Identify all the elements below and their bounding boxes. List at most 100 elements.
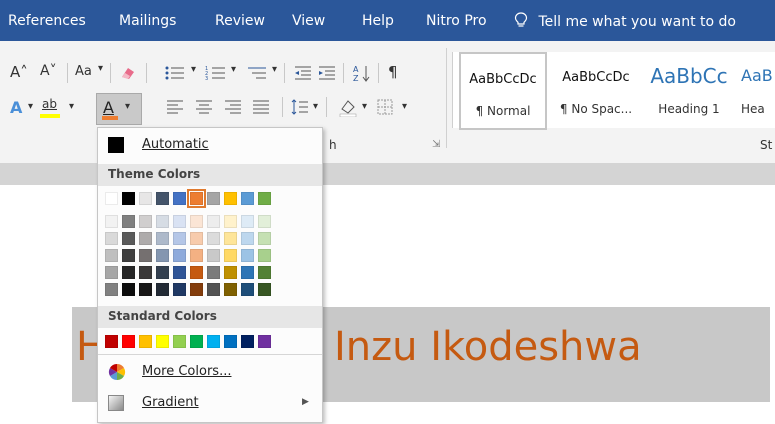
theme-shade-swatch[interactable] bbox=[207, 283, 220, 296]
theme-shade-swatch[interactable] bbox=[241, 215, 254, 228]
theme-shade-swatch[interactable] bbox=[122, 215, 135, 228]
theme-shade-swatch[interactable] bbox=[139, 215, 152, 228]
theme-shade-swatch[interactable] bbox=[241, 283, 254, 296]
standard-color-swatch[interactable] bbox=[156, 335, 169, 348]
shrink-font-button[interactable]: A˅ bbox=[40, 63, 57, 79]
theme-shade-swatch[interactable] bbox=[190, 283, 203, 296]
theme-shade-swatch[interactable] bbox=[258, 283, 271, 296]
theme-shade-swatch[interactable] bbox=[156, 266, 169, 279]
theme-color-swatch[interactable] bbox=[173, 192, 186, 205]
tab-view[interactable]: View bbox=[292, 12, 325, 30]
shading-icon[interactable] bbox=[338, 97, 358, 117]
tab-nitro-pro[interactable]: Nitro Pro bbox=[426, 12, 487, 30]
gradient-item[interactable]: Gradient ▶ bbox=[98, 389, 322, 417]
theme-shade-swatch[interactable] bbox=[224, 266, 237, 279]
theme-shade-swatch[interactable] bbox=[207, 215, 220, 228]
theme-shade-swatch[interactable] bbox=[105, 249, 118, 262]
document-text[interactable]: Inzu Ikodeshwa bbox=[334, 322, 642, 372]
style-normal[interactable]: AaBbCcDc ¶ Normal bbox=[459, 52, 547, 130]
theme-shade-swatch[interactable] bbox=[105, 232, 118, 245]
style-heading-1[interactable]: AaBbCc Heading 1 bbox=[645, 52, 733, 126]
theme-color-swatch[interactable] bbox=[224, 192, 237, 205]
standard-color-swatch[interactable] bbox=[258, 335, 271, 348]
more-colors-item[interactable]: More Colors... bbox=[98, 358, 322, 386]
bullets-icon[interactable] bbox=[164, 65, 186, 81]
standard-color-swatch[interactable] bbox=[207, 335, 220, 348]
theme-shade-swatch[interactable] bbox=[139, 232, 152, 245]
theme-color-swatch[interactable] bbox=[258, 192, 271, 205]
standard-color-swatch[interactable] bbox=[105, 335, 118, 348]
numbering-icon[interactable]: 123 bbox=[205, 65, 227, 81]
theme-shade-swatch[interactable] bbox=[173, 249, 186, 262]
theme-shade-swatch[interactable] bbox=[105, 283, 118, 296]
dialog-launcher-icon[interactable]: ⇲ bbox=[432, 139, 440, 150]
theme-shade-swatch[interactable] bbox=[156, 283, 169, 296]
line-spacing-icon[interactable] bbox=[291, 98, 309, 116]
theme-shade-swatch[interactable] bbox=[224, 215, 237, 228]
tab-references[interactable]: References bbox=[8, 12, 86, 30]
theme-shade-swatch[interactable] bbox=[207, 266, 220, 279]
theme-shade-swatch[interactable] bbox=[241, 249, 254, 262]
chevron-down-icon[interactable]: ▾ bbox=[191, 64, 196, 75]
theme-shade-swatch[interactable] bbox=[207, 249, 220, 262]
theme-shade-swatch[interactable] bbox=[190, 232, 203, 245]
theme-shade-swatch[interactable] bbox=[258, 215, 271, 228]
standard-color-swatch[interactable] bbox=[173, 335, 186, 348]
theme-shade-swatch[interactable] bbox=[105, 266, 118, 279]
text-effects-button[interactable]: A bbox=[10, 98, 22, 117]
theme-shade-swatch[interactable] bbox=[122, 266, 135, 279]
style-heading-2[interactable]: AaB Hea bbox=[735, 52, 775, 126]
theme-shade-swatch[interactable] bbox=[173, 232, 186, 245]
theme-color-swatch[interactable] bbox=[122, 192, 135, 205]
standard-color-swatch[interactable] bbox=[224, 335, 237, 348]
align-left-icon[interactable] bbox=[166, 99, 184, 115]
theme-shade-swatch[interactable] bbox=[258, 249, 271, 262]
theme-shade-swatch[interactable] bbox=[122, 249, 135, 262]
justify-icon[interactable] bbox=[252, 99, 270, 115]
change-case-button[interactable]: Aa bbox=[75, 64, 92, 79]
align-right-icon[interactable] bbox=[224, 99, 242, 115]
chevron-down-icon[interactable]: ▾ bbox=[272, 64, 277, 75]
theme-color-swatch[interactable] bbox=[139, 192, 152, 205]
theme-shade-swatch[interactable] bbox=[156, 232, 169, 245]
theme-shade-swatch[interactable] bbox=[224, 249, 237, 262]
align-center-icon[interactable] bbox=[195, 99, 213, 115]
standard-color-swatch[interactable] bbox=[139, 335, 152, 348]
theme-shade-swatch[interactable] bbox=[190, 215, 203, 228]
theme-shade-swatch[interactable] bbox=[173, 215, 186, 228]
tab-review[interactable]: Review bbox=[215, 12, 265, 30]
standard-color-swatch[interactable] bbox=[122, 335, 135, 348]
increase-indent-icon[interactable] bbox=[317, 65, 337, 81]
theme-color-swatch[interactable] bbox=[156, 192, 169, 205]
theme-shade-swatch[interactable] bbox=[241, 266, 254, 279]
chevron-down-icon[interactable]: ▾ bbox=[28, 101, 33, 112]
chevron-down-icon[interactable]: ▾ bbox=[231, 64, 236, 75]
theme-shade-swatch[interactable] bbox=[224, 232, 237, 245]
chevron-down-icon[interactable]: ▾ bbox=[402, 101, 407, 112]
theme-color-swatch[interactable] bbox=[207, 192, 220, 205]
sort-icon[interactable]: AZ bbox=[353, 64, 371, 82]
theme-shade-swatch[interactable] bbox=[139, 266, 152, 279]
theme-shade-swatch[interactable] bbox=[156, 215, 169, 228]
theme-shade-swatch[interactable] bbox=[156, 249, 169, 262]
theme-color-swatch[interactable] bbox=[105, 192, 118, 205]
theme-shade-swatch[interactable] bbox=[139, 283, 152, 296]
clear-formatting-icon[interactable] bbox=[118, 63, 138, 83]
theme-shade-swatch[interactable] bbox=[190, 249, 203, 262]
theme-shade-swatch[interactable] bbox=[241, 232, 254, 245]
theme-color-swatch-selected[interactable] bbox=[187, 189, 206, 208]
theme-shade-swatch[interactable] bbox=[190, 266, 203, 279]
theme-shade-swatch[interactable] bbox=[122, 283, 135, 296]
theme-shade-swatch[interactable] bbox=[105, 215, 118, 228]
tell-me-box[interactable]: Tell me what you want to do bbox=[514, 12, 736, 31]
theme-shade-swatch[interactable] bbox=[122, 232, 135, 245]
borders-icon[interactable] bbox=[376, 98, 394, 116]
chevron-down-icon[interactable]: ▾ bbox=[98, 63, 103, 74]
theme-shade-swatch[interactable] bbox=[173, 283, 186, 296]
grow-font-button[interactable]: A˄ bbox=[10, 63, 28, 81]
theme-shade-swatch[interactable] bbox=[173, 266, 186, 279]
standard-color-swatch[interactable] bbox=[190, 335, 203, 348]
multilevel-list-icon[interactable] bbox=[246, 65, 268, 81]
theme-shade-swatch[interactable] bbox=[207, 232, 220, 245]
theme-shade-swatch[interactable] bbox=[258, 232, 271, 245]
